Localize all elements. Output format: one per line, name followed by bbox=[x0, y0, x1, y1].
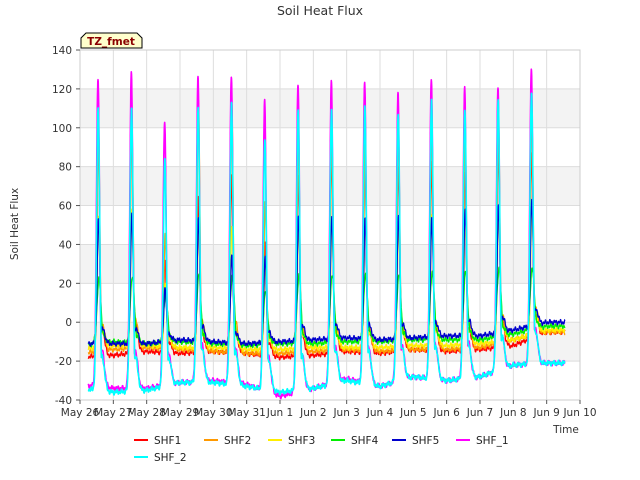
y-tick-label: 20 bbox=[59, 278, 72, 290]
soil-heat-flux-chart: -40-20020406080100120140May 26May 27May … bbox=[0, 0, 640, 480]
y-tick-label: -40 bbox=[55, 395, 72, 407]
y-tick-label: 0 bbox=[65, 317, 72, 329]
y-tick-label: 100 bbox=[52, 123, 72, 135]
y-tick-label: 120 bbox=[52, 84, 72, 96]
y-tick-label: 40 bbox=[59, 239, 72, 251]
legend-label: SHF4 bbox=[351, 435, 379, 447]
legend-label: SHF2 bbox=[224, 435, 251, 447]
x-tick-label: Jun 8 bbox=[499, 407, 526, 419]
x-tick-label: Jun 9 bbox=[532, 407, 559, 419]
legend-label: SHF_2 bbox=[154, 452, 187, 464]
site-label: TZ_fmet bbox=[87, 36, 135, 48]
x-tick-label: Jun 5 bbox=[399, 407, 426, 419]
legend-label: SHF_1 bbox=[476, 435, 509, 447]
chart-title: Soil Heat Flux bbox=[277, 3, 363, 18]
y-tick-label: 140 bbox=[52, 45, 72, 57]
legend-label: SHF5 bbox=[412, 435, 439, 447]
x-axis-title: Time bbox=[552, 424, 579, 436]
x-tick-label: Jun 2 bbox=[299, 407, 326, 419]
legend-label: SHF3 bbox=[288, 435, 315, 447]
x-tick-label: Jun 3 bbox=[332, 407, 359, 419]
x-tick-label: Jun 6 bbox=[432, 407, 460, 419]
y-tick-label: 60 bbox=[59, 201, 72, 213]
x-tick-label: Jun 4 bbox=[366, 407, 394, 419]
y-tick-label: 80 bbox=[59, 162, 72, 174]
y-axis-title: Soil Heat Flux bbox=[9, 188, 21, 260]
site-label-box: TZ_fmet bbox=[80, 32, 143, 49]
legend-label: SHF1 bbox=[154, 435, 181, 447]
y-tick-label: -20 bbox=[55, 356, 72, 368]
x-tick-label: Jun 10 bbox=[562, 407, 596, 419]
x-tick-label: Jun 1 bbox=[266, 407, 293, 419]
x-tick-label: Jun 7 bbox=[466, 407, 493, 419]
x-tick-label: May 31 bbox=[227, 407, 265, 419]
